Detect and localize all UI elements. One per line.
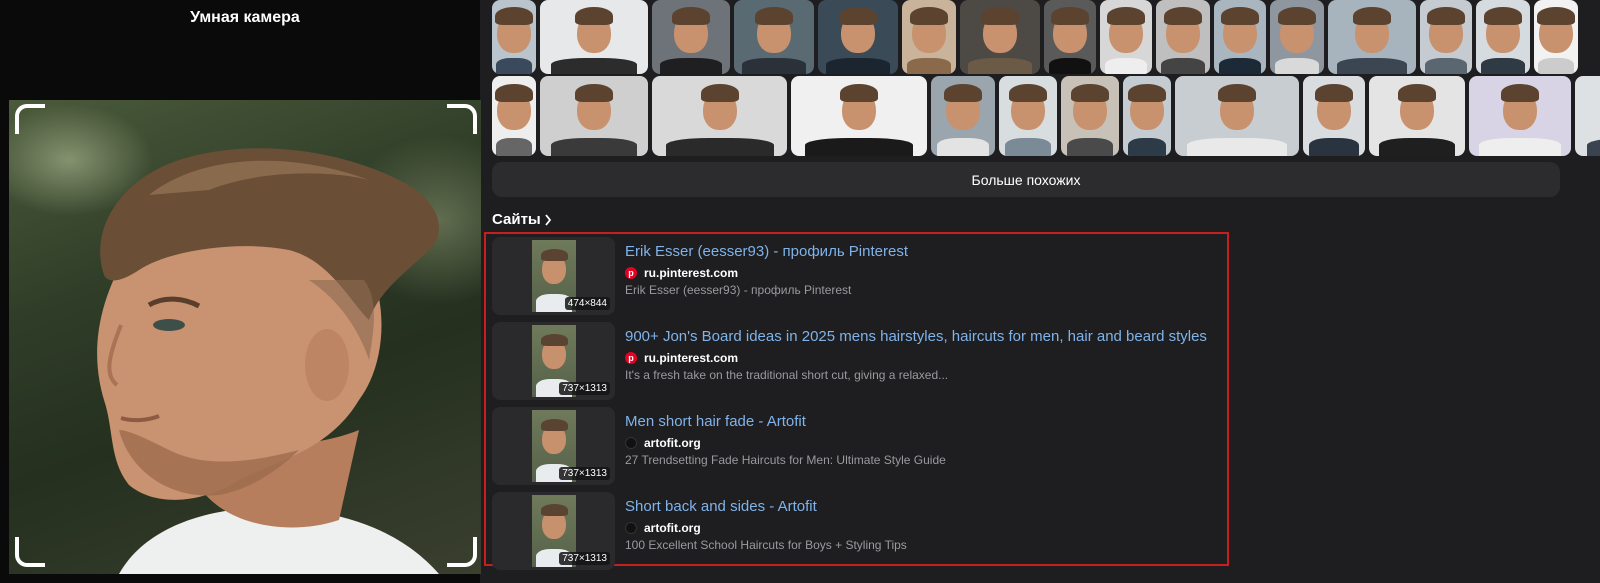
frame-corner-bottom-right	[447, 537, 477, 567]
similar-image-thumbnail[interactable]	[1420, 0, 1472, 74]
pinterest-icon: p	[625, 267, 637, 279]
more-similar-button[interactable]: Больше похожих	[492, 162, 1560, 197]
similar-image-thumbnail[interactable]	[540, 0, 648, 74]
site-result-thumbnail[interactable]: 737×1313	[492, 407, 615, 485]
similar-image-thumbnail[interactable]	[1214, 0, 1266, 74]
site-result: 737×1313 Men short hair fade - Artofit a…	[492, 407, 1222, 485]
portrait-illustration	[97, 148, 439, 574]
site-result-title[interactable]: 900+ Jon's Board ideas in 2025 mens hair…	[625, 328, 1207, 345]
site-result: 474×844 Erik Esser (eesser93) - профиль …	[492, 237, 1222, 315]
similar-image-thumbnail[interactable]	[818, 0, 898, 74]
site-result-source[interactable]: artofit.org	[625, 436, 701, 450]
similar-images-row-1	[492, 0, 1578, 74]
image-dimensions: 737×1313	[559, 382, 610, 395]
similar-image-thumbnail[interactable]	[1175, 76, 1299, 156]
similar-image-thumbnail[interactable]	[1469, 76, 1571, 156]
site-result-description: It's a fresh take on the traditional sho…	[625, 368, 949, 382]
site-result-thumbnail[interactable]: 737×1313	[492, 492, 615, 570]
site-result-source[interactable]: artofit.org	[625, 521, 701, 535]
image-dimensions: 737×1313	[559, 467, 610, 480]
site-result-title[interactable]: Short back and sides - Artofit	[625, 498, 817, 515]
similar-image-thumbnail[interactable]	[960, 0, 1040, 74]
site-result-title[interactable]: Men short hair fade - Artofit	[625, 413, 806, 430]
frame-corner-top-left	[15, 104, 45, 134]
similar-image-thumbnail[interactable]	[791, 76, 927, 156]
site-result-domain: ru.pinterest.com	[644, 266, 739, 280]
similar-image-thumbnail[interactable]	[492, 76, 536, 156]
chevron-right-icon	[545, 213, 551, 226]
image-dimensions: 474×844	[564, 297, 610, 310]
similar-image-thumbnail[interactable]	[1534, 0, 1578, 74]
image-dimensions: 737×1313	[559, 552, 610, 565]
artofit-icon	[625, 522, 637, 534]
site-result-title[interactable]: Erik Esser (eesser93) - профиль Pinteres…	[625, 243, 908, 260]
similar-image-thumbnail[interactable]	[931, 76, 995, 156]
similar-image-thumbnail[interactable]	[1270, 0, 1324, 74]
similar-image-thumbnail[interactable]	[1156, 0, 1210, 74]
site-result-thumbnail[interactable]: 737×1313	[492, 322, 615, 400]
site-result-domain: ru.pinterest.com	[644, 351, 739, 365]
similar-image-thumbnail[interactable]	[1369, 76, 1465, 156]
similar-image-thumbnail[interactable]	[1303, 76, 1365, 156]
similar-image-thumbnail[interactable]	[734, 0, 814, 74]
camera-title: Умная камера	[190, 9, 300, 26]
site-result-domain: artofit.org	[644, 521, 701, 535]
frame-corner-bottom-left	[15, 537, 45, 567]
site-result-thumbnail[interactable]: 474×844	[492, 237, 615, 315]
similar-image-thumbnail[interactable]	[492, 0, 536, 74]
similar-image-thumbnail[interactable]	[999, 76, 1057, 156]
site-result: 737×1313 900+ Jon's Board ideas in 2025 …	[492, 322, 1222, 400]
query-photo[interactable]	[9, 100, 481, 574]
pinterest-icon: p	[625, 352, 637, 364]
sites-heading-label: Сайты	[492, 211, 541, 228]
artofit-icon	[625, 437, 637, 449]
site-result-description: Erik Esser (eesser93) - профиль Pinteres…	[625, 283, 852, 297]
frame-corner-top-right	[447, 104, 477, 134]
similar-image-thumbnail[interactable]	[902, 0, 956, 74]
similar-image-thumbnail[interactable]	[1100, 0, 1152, 74]
similar-image-thumbnail[interactable]	[1123, 76, 1171, 156]
site-result-source[interactable]: p ru.pinterest.com	[625, 266, 738, 280]
similar-image-thumbnail[interactable]	[1575, 76, 1600, 156]
similar-images-row-2	[492, 76, 1600, 156]
similar-image-thumbnail[interactable]	[652, 76, 787, 156]
similar-image-thumbnail[interactable]	[1061, 76, 1119, 156]
site-result: 737×1313 Short back and sides - Artofit …	[492, 492, 1222, 570]
similar-image-thumbnail[interactable]	[1044, 0, 1096, 74]
site-result-description: 100 Excellent School Haircuts for Boys +…	[625, 538, 907, 552]
similar-image-thumbnail[interactable]	[652, 0, 730, 74]
similar-image-thumbnail[interactable]	[1328, 0, 1416, 74]
smart-camera-panel: Умная камера	[0, 0, 481, 583]
site-result-description: 27 Trendsetting Fade Haircuts for Men: U…	[625, 453, 946, 467]
similar-image-thumbnail[interactable]	[540, 76, 648, 156]
similar-image-thumbnail[interactable]	[1476, 0, 1530, 74]
site-result-source[interactable]: p ru.pinterest.com	[625, 351, 738, 365]
site-result-domain: artofit.org	[644, 436, 701, 450]
sites-heading[interactable]: Сайты	[492, 211, 552, 228]
